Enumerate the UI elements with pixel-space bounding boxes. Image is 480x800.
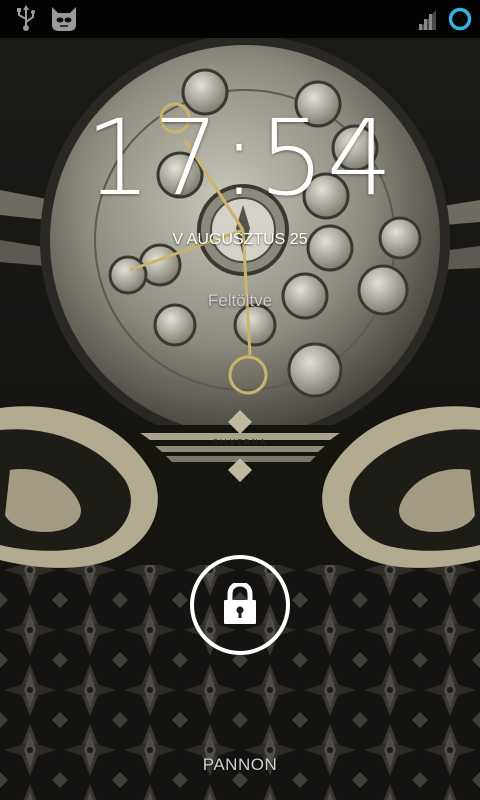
- cyanogenmod-icon: [52, 7, 76, 31]
- lock-screen: SILVERNA 17:54 V AUGUSZTUS 25 Feltöltve …: [0, 0, 480, 800]
- lockscreen-date: V AUGUSZTUS 25: [172, 231, 308, 248]
- lockscreen-clock: 17:54: [85, 97, 395, 219]
- signal-icon: [418, 10, 436, 30]
- charging-status: Feltöltve: [207, 291, 273, 310]
- padlock-icon: [224, 583, 256, 624]
- usb-icon: [17, 5, 35, 31]
- sync-circle-icon: [448, 7, 472, 31]
- wallpaper-logo: SILVERNA: [213, 438, 268, 447]
- status-bar: [0, 0, 480, 38]
- carrier-label: PANNON: [202, 755, 278, 774]
- unlock-button[interactable]: [189, 554, 291, 656]
